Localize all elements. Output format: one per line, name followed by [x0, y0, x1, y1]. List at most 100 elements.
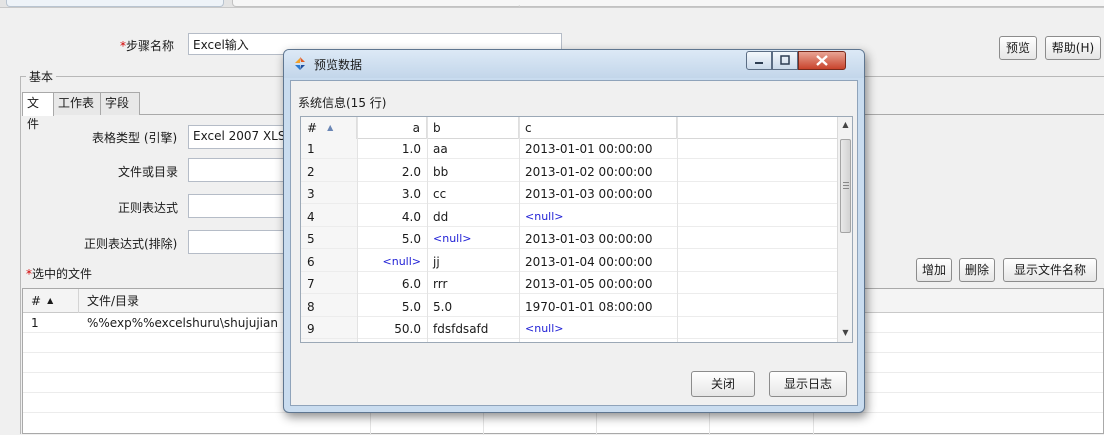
- row-number: 7: [307, 277, 315, 291]
- cell-a: 1.0: [401, 142, 421, 156]
- cell-c: <null>: [525, 209, 564, 223]
- cell-c: 2013-01-02 00:00:00: [525, 164, 653, 179]
- cell-a: 6.0: [401, 277, 421, 291]
- vertical-scrollbar[interactable]: ▲ ▼: [837, 117, 852, 342]
- file-path-cell[interactable]: %%exp%%excelshuru\shujujian: [79, 313, 289, 333]
- regex-exclude-input[interactable]: [188, 230, 298, 254]
- column-header-num[interactable]: # ▲: [301, 117, 357, 139]
- cell-a: 2.0: [401, 164, 421, 179]
- table-row[interactable]: 7 6.0 rrr 2013-01-05 00:00:00: [301, 274, 837, 294]
- tab-fields[interactable]: 字段: [100, 92, 140, 115]
- cell-b: jj: [433, 254, 440, 269]
- row-number: 3: [307, 187, 315, 201]
- app-logo-icon: [295, 57, 305, 70]
- cell-b: dd: [433, 209, 449, 224]
- cell-a: 3.0: [401, 187, 421, 201]
- table-type-label: 表格类型 (引擎): [92, 131, 178, 145]
- step-name-label: *步骤名称: [120, 39, 175, 53]
- sort-asc-icon: ▲: [47, 296, 54, 305]
- system-info-label: 系统信息(15 行): [298, 96, 387, 110]
- grid-header-num[interactable]: # ▲: [23, 289, 79, 313]
- cell-c: 1970-01-01 08:00:00: [525, 299, 653, 314]
- row-number: 6: [307, 254, 315, 269]
- cell-a: 50.0: [394, 322, 421, 336]
- grip-line: [843, 182, 849, 183]
- row-number: 4: [307, 209, 315, 224]
- cell-c: 2013-01-03 00:00:00: [525, 187, 653, 201]
- table-row[interactable]: 3 3.0 cc 2013-01-03 00:00:00: [301, 184, 837, 204]
- selected-files-label: *选中的文件: [26, 267, 93, 281]
- table-row[interactable]: 4 4.0 dd <null>: [301, 207, 837, 227]
- regex-exclude-label: 正则表达式(排除): [84, 237, 178, 251]
- close-icon: [816, 55, 828, 66]
- add-button[interactable]: 增加: [916, 258, 952, 282]
- minimize-icon: [755, 62, 763, 64]
- row-number: 2: [307, 164, 315, 179]
- column-divider: [357, 117, 358, 342]
- cell-c: 2013-01-01 00:00:00: [525, 142, 653, 156]
- top-tab-area: [520, 0, 1104, 7]
- grip-line: [843, 188, 849, 189]
- table-row[interactable]: 5 5.0 <null> 2013-01-03 00:00:00: [301, 229, 837, 249]
- cell-b: fdsfdsafd: [433, 322, 489, 336]
- file-or-dir-input[interactable]: [188, 158, 298, 182]
- window-controls: [746, 51, 858, 71]
- cell-c: <null>: [525, 322, 564, 335]
- row-number: 9: [307, 322, 315, 336]
- cell-a: 4.0: [401, 209, 421, 224]
- column-divider: [677, 117, 678, 342]
- top-tab[interactable]: [6, 0, 224, 7]
- table-row[interactable]: 1 1.0 aa 2013-01-01 00:00:00: [301, 139, 837, 159]
- table-row[interactable]: 6 <null> jj 2013-01-04 00:00:00: [301, 252, 837, 272]
- scrollbar-thumb[interactable]: [840, 139, 851, 233]
- cell-b: <null>: [433, 232, 472, 245]
- row-number: 8: [307, 299, 315, 314]
- preview-table[interactable]: # ▲ a b c 1 1.0 aa 2013-01-01 00:00:00 2 2.0 bb…: [300, 116, 853, 343]
- cell-c: 2013-01-05 00:00:00: [525, 277, 653, 291]
- cell-b: cc: [433, 187, 447, 201]
- group-border: [20, 76, 21, 434]
- maximize-icon: [780, 55, 790, 65]
- cell-b: rrr: [433, 277, 448, 291]
- cell-b: 5.0: [433, 299, 453, 314]
- scroll-down-icon[interactable]: ▼: [838, 325, 852, 341]
- row-number: 5: [307, 232, 315, 246]
- top-tab[interactable]: [232, 0, 522, 7]
- dialog-title: 预览数据: [314, 58, 363, 72]
- tab-file[interactable]: 文件: [22, 92, 54, 131]
- cell-c: 2013-01-03 00:00:00: [525, 232, 653, 246]
- table-row[interactable]: 2 2.0 bb 2013-01-02 00:00:00: [301, 162, 837, 182]
- close-button[interactable]: 关闭: [691, 371, 755, 397]
- cell-a: 5.0: [401, 232, 421, 246]
- help-button[interactable]: 帮助(H): [1045, 36, 1101, 60]
- tab-worksheet[interactable]: 工作表: [53, 92, 101, 115]
- regex-input[interactable]: [188, 194, 298, 218]
- cell-c: 2013-01-04 00:00:00: [525, 254, 653, 269]
- table-type-select[interactable]: Excel 2007 XLS: [188, 125, 298, 149]
- column-divider: [427, 117, 428, 342]
- regex-label: 正则表达式: [118, 201, 179, 215]
- preview-table-header: # ▲ a b c: [301, 117, 837, 139]
- grip-line: [843, 185, 849, 186]
- preview-button[interactable]: 预览: [999, 36, 1037, 60]
- file-or-dir-label: 文件或目录: [118, 165, 179, 179]
- sort-asc-icon: ▲: [327, 123, 334, 132]
- column-header-a[interactable]: a: [357, 117, 427, 139]
- group-title: 基本: [26, 68, 57, 85]
- delete-button[interactable]: 删除: [959, 258, 995, 282]
- row-number: 1: [307, 142, 315, 156]
- show-log-button[interactable]: 显示日志: [769, 371, 847, 397]
- show-filename-button[interactable]: 显示文件名称: [1003, 258, 1097, 282]
- scroll-up-icon[interactable]: ▲: [838, 117, 852, 133]
- table-row[interactable]: 9 50.0 fdsfdsafd <null>: [301, 319, 837, 339]
- column-divider: [519, 117, 520, 342]
- close-window-button[interactable]: [798, 51, 846, 70]
- column-header-c[interactable]: c: [519, 117, 677, 139]
- minimize-button[interactable]: [746, 51, 772, 70]
- maximize-button[interactable]: [772, 51, 798, 70]
- cell-b: bb: [433, 164, 449, 179]
- column-header-b[interactable]: b: [427, 117, 519, 139]
- cell-b: aa: [433, 142, 448, 156]
- table-row[interactable]: 8 5.0 5.0 1970-01-01 08:00:00: [301, 297, 837, 317]
- dialog-content: 系统信息(15 行) # ▲ a b c 1 1.0 aa 2013-01-01 00:…: [290, 80, 858, 406]
